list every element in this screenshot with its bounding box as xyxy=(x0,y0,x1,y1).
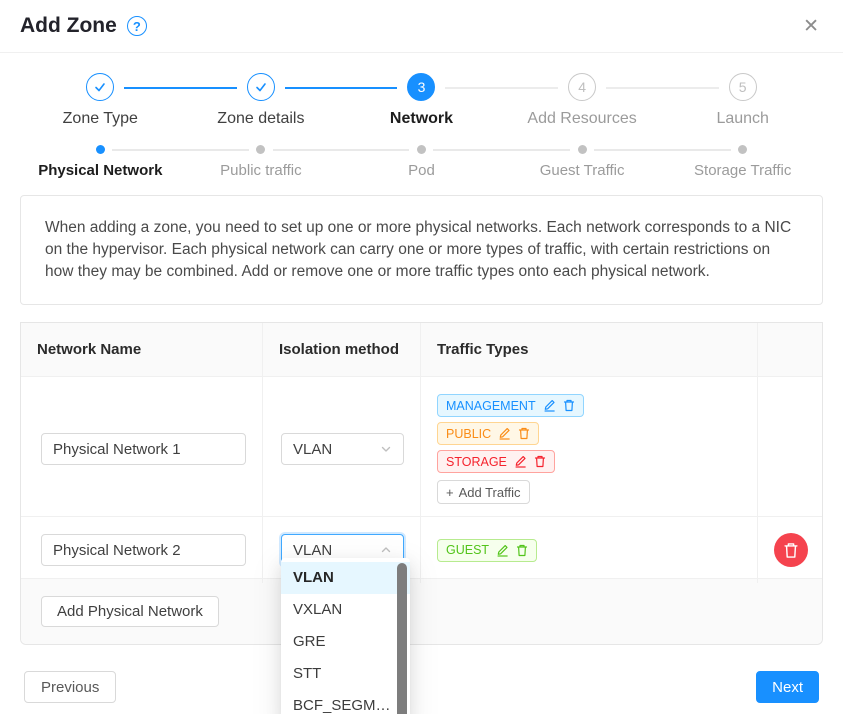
step-add-resources[interactable]: 4 Add Resources xyxy=(502,73,663,128)
network-name-input[interactable] xyxy=(41,534,246,566)
step-zone-type[interactable]: Zone Type xyxy=(20,73,181,128)
step-number: 3 xyxy=(407,73,435,101)
tag-label: MANAGEMENT xyxy=(446,399,536,413)
tag-label: GUEST xyxy=(446,543,489,557)
delete-network-button[interactable] xyxy=(774,533,808,567)
info-box: When adding a zone, you need to set up o… xyxy=(20,195,823,305)
step-number: 5 xyxy=(729,73,757,101)
substep-label: Pod xyxy=(408,162,435,179)
step-dot xyxy=(738,145,747,154)
next-button[interactable]: Next xyxy=(756,671,819,703)
column-header-traffic-types: Traffic Types xyxy=(421,323,758,376)
step-dot xyxy=(417,145,426,154)
step-launch[interactable]: 5 Launch xyxy=(662,73,823,128)
network-substepper: Physical Network Public traffic Pod Gues… xyxy=(20,142,823,179)
substep-label: Public traffic xyxy=(220,162,301,179)
dropdown-option-vxlan[interactable]: VXLAN xyxy=(281,594,410,626)
edit-icon[interactable] xyxy=(514,455,527,468)
chevron-up-icon xyxy=(380,544,392,556)
step-label: Launch xyxy=(716,110,769,128)
dropdown-option-gre[interactable]: GRE xyxy=(281,626,410,658)
step-dot xyxy=(96,145,105,154)
delete-icon[interactable] xyxy=(516,544,528,557)
step-dot xyxy=(578,145,587,154)
table-row: VLAN MANAGEMENT PUBLIC xyxy=(21,376,822,516)
traffic-types-cell: GUEST xyxy=(421,517,758,583)
tag-label: PUBLIC xyxy=(446,427,491,441)
step-zone-details[interactable]: Zone details xyxy=(181,73,342,128)
plus-icon: + xyxy=(446,485,454,500)
table-footer: Add Physical Network xyxy=(21,578,822,644)
modal-header: Add Zone ? ✕ xyxy=(0,0,843,53)
isolation-method-cell: VLAN xyxy=(263,377,421,521)
traffic-types-cell: MANAGEMENT PUBLIC STORAGE xyxy=(421,377,758,521)
column-header-isolation-method: Isolation method xyxy=(263,323,421,376)
edit-icon[interactable] xyxy=(498,427,511,440)
trash-icon xyxy=(783,542,799,559)
delete-icon[interactable] xyxy=(563,399,575,412)
network-name-cell xyxy=(21,517,263,583)
isolation-method-dropdown: VLAN VXLAN GRE STT BCF_SEGM… xyxy=(281,558,410,714)
delete-icon[interactable] xyxy=(534,455,546,468)
substep-label: Storage Traffic xyxy=(694,162,791,179)
previous-button[interactable]: Previous xyxy=(24,671,116,703)
edit-icon[interactable] xyxy=(543,399,556,412)
edit-icon[interactable] xyxy=(496,544,509,557)
column-header-actions xyxy=(758,323,822,376)
dropdown-option-vlan[interactable]: VLAN xyxy=(281,562,410,594)
add-physical-network-button[interactable]: Add Physical Network xyxy=(41,596,219,627)
table-header-row: Network Name Isolation method Traffic Ty… xyxy=(21,323,822,376)
network-name-input[interactable] xyxy=(41,433,246,465)
wizard-stepper: Zone Type Zone details 3 Network 4 Add R… xyxy=(20,73,823,128)
step-label: Network xyxy=(390,110,453,128)
check-icon xyxy=(86,73,114,101)
isolation-method-select[interactable]: VLAN xyxy=(281,433,404,465)
substep-physical-network[interactable]: Physical Network xyxy=(20,142,181,179)
traffic-tag-storage: STORAGE xyxy=(437,450,555,473)
page-title: Add Zone xyxy=(20,14,117,38)
row-actions-cell xyxy=(758,377,822,521)
select-value: VLAN xyxy=(293,441,332,458)
step-dot xyxy=(256,145,265,154)
dropdown-scrollbar[interactable] xyxy=(397,563,407,714)
column-header-network-name: Network Name xyxy=(21,323,263,376)
step-label: Add Resources xyxy=(527,110,636,128)
traffic-tag-public: PUBLIC xyxy=(437,422,539,445)
add-traffic-button[interactable]: + Add Traffic xyxy=(437,480,530,504)
tag-label: STORAGE xyxy=(446,455,507,469)
wizard-footer: Previous Next xyxy=(24,671,819,703)
step-number: 4 xyxy=(568,73,596,101)
row-actions-cell xyxy=(758,517,824,583)
add-traffic-label: Add Traffic xyxy=(459,485,521,500)
step-network[interactable]: 3 Network xyxy=(341,73,502,128)
info-text: When adding a zone, you need to set up o… xyxy=(45,219,791,280)
substep-label: Physical Network xyxy=(38,162,162,179)
network-name-cell xyxy=(21,377,263,521)
dropdown-option-bcf-segment[interactable]: BCF_SEGM… xyxy=(281,690,410,714)
dropdown-option-stt[interactable]: STT xyxy=(281,658,410,690)
chevron-down-icon xyxy=(380,443,392,455)
step-label: Zone details xyxy=(217,110,304,128)
help-icon[interactable]: ? xyxy=(127,16,147,36)
delete-icon[interactable] xyxy=(518,427,530,440)
select-value: VLAN xyxy=(293,542,332,559)
step-label: Zone Type xyxy=(63,110,138,128)
close-icon[interactable]: ✕ xyxy=(803,17,819,36)
check-icon xyxy=(247,73,275,101)
physical-networks-table: Network Name Isolation method Traffic Ty… xyxy=(20,322,823,645)
table-row: VLAN GUEST xyxy=(21,516,822,578)
traffic-tag-guest: GUEST xyxy=(437,539,537,562)
traffic-tag-management: MANAGEMENT xyxy=(437,394,584,417)
substep-label: Guest Traffic xyxy=(540,162,625,179)
